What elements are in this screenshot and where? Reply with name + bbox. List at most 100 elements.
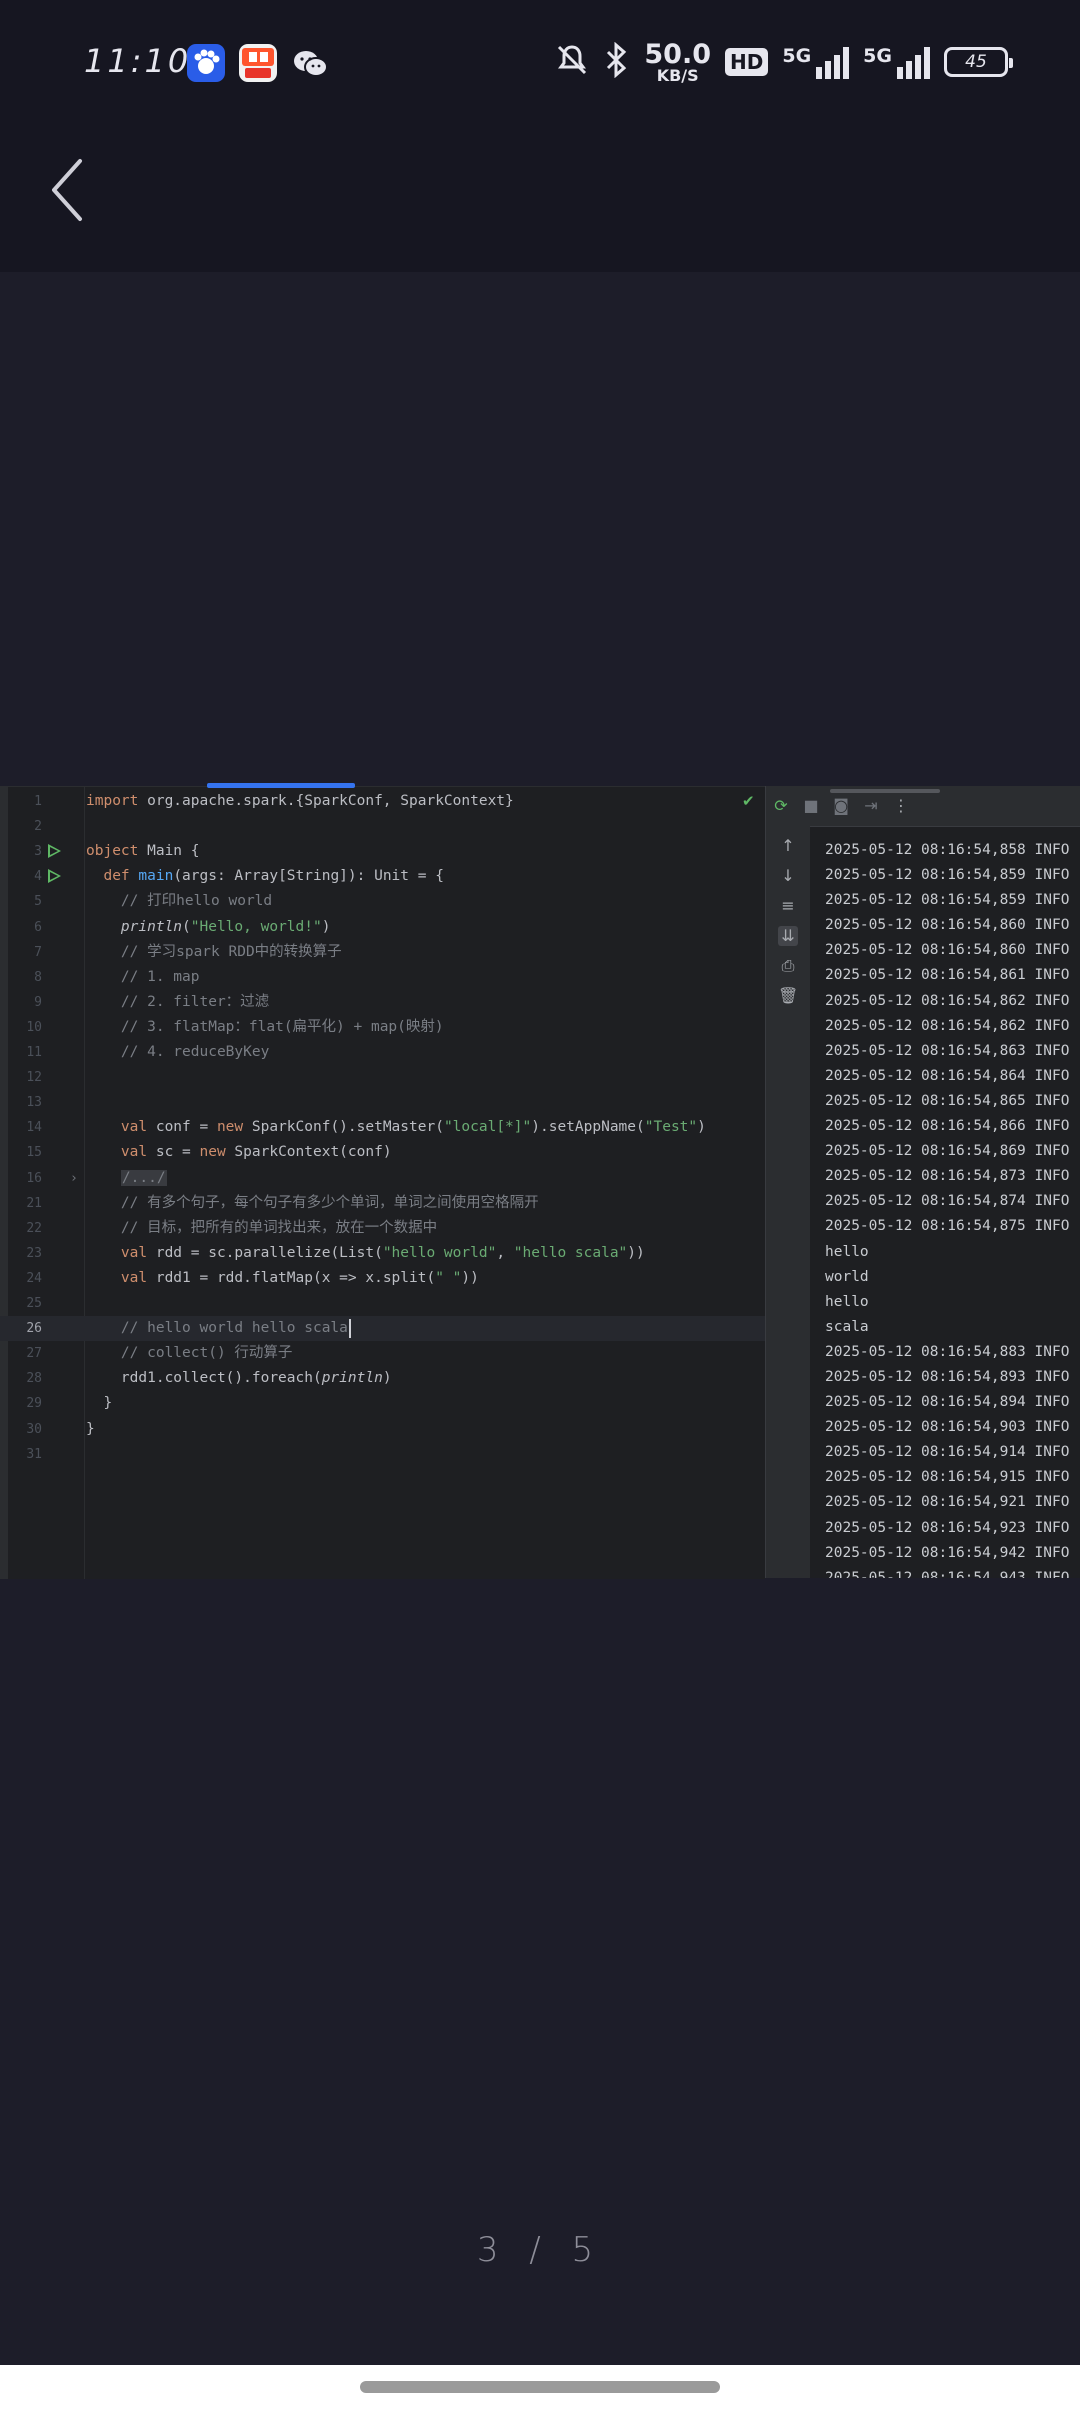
fold-chevron-icon[interactable]: › — [70, 1166, 78, 1191]
code-token: Main { — [147, 843, 200, 860]
code-text: println("Hello, world!") — [86, 915, 331, 940]
code-line[interactable]: 30} — [0, 1417, 765, 1442]
line-number: 12 — [26, 1070, 42, 1086]
code-token: object — [86, 843, 148, 860]
console-line: 2025-05-12 08:16:54,869 INFO — [825, 1143, 1070, 1160]
code-line[interactable]: 7 // 学习spark RDD中的转换算子 — [0, 940, 765, 965]
code-token: sc = — [155, 1144, 200, 1161]
code-line[interactable]: 2 — [0, 814, 765, 839]
code-line[interactable]: 24 val rdd1 = rdd.flatMap(x => x.split("… — [0, 1266, 765, 1291]
line-number: 6 — [34, 919, 42, 935]
code-line[interactable]: 6 println("Hello, world!") — [0, 915, 765, 940]
code-line[interactable]: 21 // 有多个句子，每个句子有多少个单词，单词之间使用空格隔开 — [0, 1191, 765, 1216]
code-token: SparkConf().setMaster( — [251, 1119, 444, 1136]
tab-scroll-indicator — [207, 783, 355, 788]
ide-screenshot[interactable]: ✔ 1 import org.apache.spark.{SparkConf, S… — [0, 783, 1080, 1579]
run-gutter-icon[interactable] — [48, 869, 61, 884]
chevron-left-icon[interactable] — [44, 155, 100, 225]
status-bar: 11:10 50.0 KB/S HD 5G 5G 45 — [0, 0, 1080, 125]
code-line[interactable]: 1 import org.apache.spark.{SparkConf, Spa… — [0, 789, 765, 814]
console-line: 2025-05-12 08:16:54,923 INFO — [825, 1519, 1070, 1536]
hd-badge: HD — [725, 48, 769, 76]
line-number: 15 — [26, 1145, 42, 1161]
wechat-app-icon — [291, 44, 329, 82]
line-number: 2 — [34, 819, 42, 835]
code-line[interactable]: 3 object Main { — [0, 839, 765, 864]
scroll-to-end-icon[interactable]: ⇊ — [778, 926, 798, 946]
stop-icon[interactable]: ■ — [802, 797, 820, 815]
arrow-down-icon[interactable]: ↓ — [778, 866, 798, 886]
line-number: 14 — [26, 1120, 42, 1136]
console-line: 2025-05-12 08:16:54,875 INFO — [825, 1218, 1070, 1235]
soft-wrap-icon[interactable]: ≡ — [778, 896, 798, 916]
code-token: val — [86, 1269, 156, 1286]
exit-icon[interactable]: ⇥ — [862, 797, 880, 815]
console-line: hello — [825, 1243, 869, 1260]
console-line: 2025-05-12 08:16:54,903 INFO — [825, 1419, 1070, 1436]
console-line: scala — [825, 1318, 869, 1335]
code-line[interactable]: 27 // collect() 行动算子 — [0, 1341, 765, 1366]
code-line[interactable]: 9 // 2. filter：过滤 — [0, 990, 765, 1015]
line-number: 30 — [26, 1421, 42, 1437]
code-line[interactable]: 25 — [0, 1291, 765, 1316]
signal-icon-2: 5G — [863, 45, 930, 79]
code-line[interactable]: 8 // 1. map — [0, 965, 765, 990]
text-caret — [348, 1318, 351, 1338]
code-line[interactable]: 22 // 目标，把所有的单词找出来，放在一个数据中 — [0, 1216, 765, 1241]
code-text: val rdd = sc.parallelize(List("hello wor… — [86, 1241, 645, 1266]
code-token: val — [86, 1144, 156, 1161]
code-line[interactable]: 13 — [0, 1090, 765, 1115]
print-icon[interactable]: ⎙ — [778, 956, 798, 976]
code-line[interactable]: 31 — [0, 1442, 765, 1467]
drag-handle[interactable] — [830, 789, 940, 793]
code-token: val — [86, 1244, 156, 1261]
bluetooth-icon — [604, 41, 630, 82]
line-number: 23 — [26, 1245, 42, 1261]
code-text: def main(args: Array[String]): Unit = { — [86, 864, 444, 889]
code-token: org.apache.spark.{SparkConf, SparkContex… — [147, 793, 514, 809]
code-token: } — [86, 1395, 113, 1412]
home-indicator[interactable] — [360, 2381, 720, 2393]
code-text: // collect() 行动算子 — [86, 1341, 293, 1366]
line-number: 3 — [34, 844, 42, 860]
code-token: " " — [435, 1269, 462, 1286]
line-number: 10 — [26, 1019, 42, 1035]
code-token: // collect() 行动算子 — [86, 1345, 293, 1362]
more-icon[interactable]: ⋮ — [892, 797, 910, 815]
arrow-up-icon[interactable]: ↑ — [778, 836, 798, 856]
code-token: (args: Array[String]): Unit = { — [173, 868, 444, 885]
code-line[interactable]: 28 rdd1.collect().foreach(println) — [0, 1366, 765, 1391]
trash-icon[interactable]: 🗑 — [778, 986, 798, 1006]
status-icons: 50.0 KB/S HD 5G 5G 45 — [554, 36, 1013, 88]
line-number: 27 — [26, 1346, 42, 1362]
run-console[interactable]: ⟳ ■ ◙ ⇥ ⋮ ↑ ↓ ≡ ⇊ ⎙ 🗑 2025-05-12 08:16:5… — [765, 786, 1080, 1578]
console-side-toolbar: ↑ ↓ ≡ ⇊ ⎙ 🗑 — [766, 826, 810, 1578]
console-line: 2025-05-12 08:16:54,943 INFO — [825, 1569, 1070, 1578]
code-line[interactable]: 16 › /.../ — [0, 1166, 765, 1191]
code-line[interactable]: 15 val sc = new SparkContext(conf) — [0, 1140, 765, 1165]
code-token: // 4. reduceByKey — [86, 1044, 270, 1060]
console-line: world — [825, 1268, 869, 1285]
code-line[interactable]: 26 // hello world hello scala — [0, 1316, 765, 1342]
line-number: 29 — [26, 1396, 42, 1412]
code-line[interactable]: 12 — [0, 1065, 765, 1090]
code-line[interactable]: 14 val conf = new SparkConf().setMaster(… — [0, 1115, 765, 1140]
line-number: 22 — [26, 1220, 42, 1236]
camera-icon[interactable]: ◙ — [832, 797, 850, 815]
console-output[interactable]: 2025-05-12 08:16:54,858 INFO 2025-05-12 0… — [825, 838, 1080, 1578]
code-line[interactable]: 11 // 4. reduceByKey — [0, 1040, 765, 1065]
rerun-icon[interactable]: ⟳ — [772, 797, 790, 815]
code-line[interactable]: 5 // 打印hello world — [0, 889, 765, 914]
code-line[interactable]: 29 } — [0, 1391, 765, 1416]
code-line[interactable]: 4 def main(args: Array[String]): Unit = … — [0, 864, 765, 889]
code-editor[interactable]: ✔ 1 import org.apache.spark.{SparkConf, S… — [0, 783, 765, 1579]
58-app-icon — [239, 44, 277, 82]
code-line[interactable]: 23 val rdd = sc.parallelize(List("hello … — [0, 1241, 765, 1266]
run-gutter-icon[interactable] — [48, 844, 61, 859]
code-text: // 1. map — [86, 965, 200, 990]
code-token: rdd1 = rdd.flatMap(x => x.split( — [155, 1269, 436, 1286]
code-text: } — [86, 1417, 95, 1442]
code-line[interactable]: 10 // 3. flatMap：flat(扁平化) + map(映射) — [0, 1015, 765, 1040]
mute-icon — [554, 42, 590, 82]
